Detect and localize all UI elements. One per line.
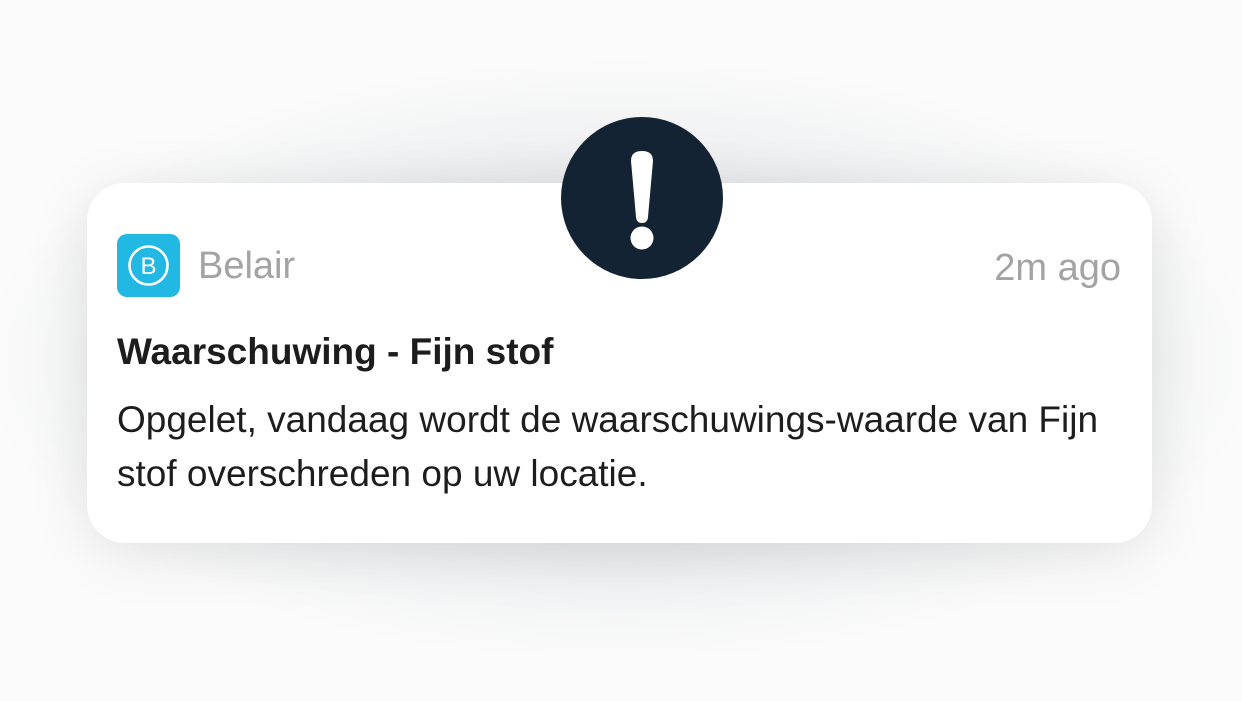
notification-title: Waarschuwing - Fijn stof bbox=[117, 331, 554, 372]
app-icon-letter: B bbox=[140, 253, 156, 280]
app-icon-glyph: B bbox=[128, 245, 169, 286]
notification-timestamp: 2m ago bbox=[994, 247, 1121, 289]
belair-logo-icon: B bbox=[117, 234, 180, 297]
app-name: Belair bbox=[198, 245, 296, 287]
exclamation-icon bbox=[630, 151, 654, 250]
alert-badge bbox=[561, 117, 723, 279]
notification-body: Opgelet, vandaag wordt de waarschuwings-… bbox=[117, 399, 1099, 494]
